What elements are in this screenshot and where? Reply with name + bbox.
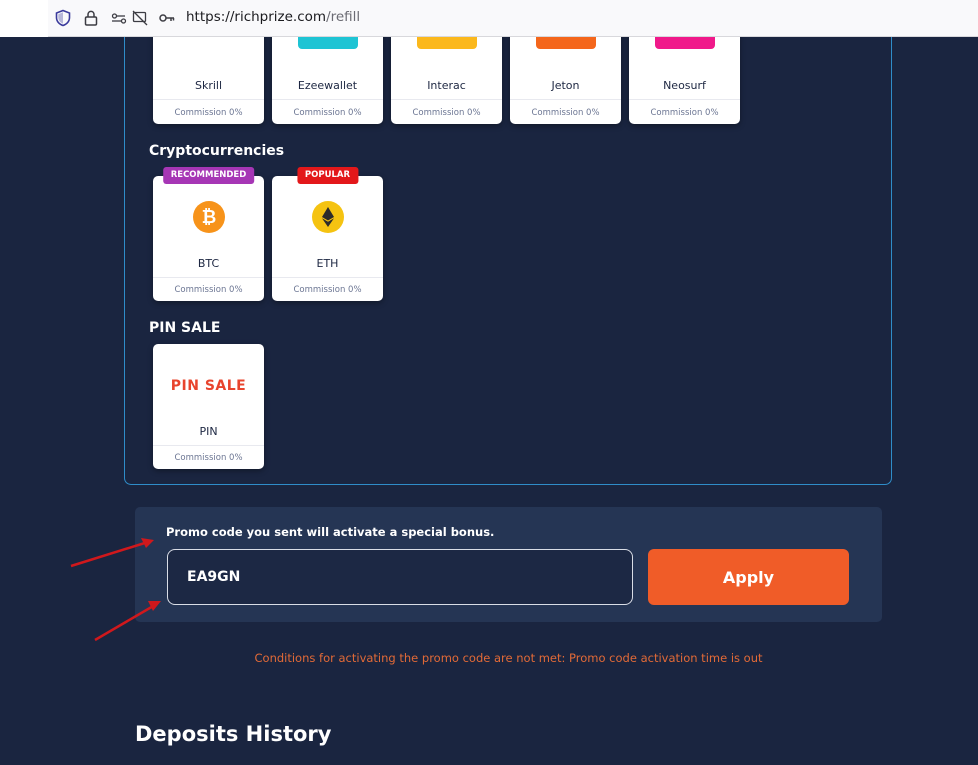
method-name: ETH: [316, 257, 339, 270]
commission-label: Commission 0%: [412, 108, 481, 118]
skrill-logo: Skrill: [179, 0, 239, 38]
method-card-eth[interactable]: POPULAR ETH Commission 0%: [272, 167, 383, 301]
neosurf-logo-text: N: [673, 11, 696, 41]
card-divider: [153, 277, 264, 278]
card-divider: [272, 99, 383, 100]
method-name: Neosurf: [663, 79, 706, 92]
card-divider: [153, 99, 264, 100]
commission-label: Commission 0%: [293, 285, 362, 295]
bitcoin-icon: ₿: [192, 201, 225, 233]
pin-sale-logo-text: PIN SALE: [170, 378, 247, 394]
card-divider: [629, 99, 740, 100]
interac-icon: [440, 12, 451, 25]
method-name: BTC: [197, 257, 220, 270]
commission-label: Commission 0%: [174, 453, 243, 463]
card-divider: [510, 99, 621, 100]
method-card-pin[interactable]: PIN SALE PIN Commission 0%: [153, 344, 264, 469]
section-title-crypto: Cryptocurrencies: [149, 143, 285, 159]
ezeewallet-logo: [297, 0, 358, 49]
ethereum-icon: [311, 201, 344, 233]
method-name: Skrill: [194, 79, 223, 92]
method-card-skrill[interactable]: Skrill Skrill Commission 0%: [153, 0, 264, 124]
promo-hint: Promo code you sent will activate a spec…: [166, 525, 495, 539]
promo-error-message: Conditions for activating the promo code…: [254, 651, 763, 665]
skrill-logo-text: Skrill: [180, 16, 237, 38]
apply-button[interactable]: Apply: [648, 549, 849, 605]
shield-icon[interactable]: [54, 9, 72, 27]
commission-label: Commission 0%: [293, 108, 362, 118]
badge-recommended: RECOMMENDED: [162, 167, 255, 184]
promo-code-input[interactable]: [167, 549, 633, 605]
badge-popular: POPULAR: [296, 167, 359, 184]
method-name: Jeton: [551, 79, 580, 92]
ezeewallet-icon: [318, 10, 337, 28]
browser-left-strip: [0, 0, 48, 37]
svg-text:₿: ₿: [201, 207, 216, 228]
method-name: Interac: [427, 79, 466, 92]
btc-logo: ₿: [179, 192, 239, 242]
pin-sale-logo: PIN SALE: [159, 358, 259, 414]
deposits-history-title: Deposits History: [135, 722, 332, 746]
method-card-interac[interactable]: Interac Commission 0%: [391, 0, 502, 124]
lock-icon[interactable]: [82, 9, 100, 27]
card-divider: [153, 445, 264, 446]
section-title-pin: PIN SALE: [149, 320, 221, 336]
method-card-jeton[interactable]: Jeton Commission 0%: [510, 0, 621, 124]
method-name: Ezeewallet: [297, 79, 358, 92]
jeton-icon: [551, 11, 580, 28]
interac-logo: [416, 0, 477, 49]
neosurf-logo: N: [654, 0, 715, 49]
method-card-btc[interactable]: RECOMMENDED ₿ BTC Commission 0%: [153, 167, 264, 301]
commission-label: Commission 0%: [531, 108, 600, 118]
card-divider: [272, 277, 383, 278]
card-divider: [391, 99, 502, 100]
commission-label: Commission 0%: [174, 285, 243, 295]
commission-label: Commission 0%: [174, 108, 243, 118]
method-name: PIN: [199, 425, 218, 438]
jeton-logo: [535, 0, 596, 49]
method-card-neosurf[interactable]: N Neosurf Commission 0%: [629, 0, 740, 124]
commission-label: Commission 0%: [650, 108, 719, 118]
eth-logo: [298, 192, 358, 242]
method-card-ezeewallet[interactable]: Ezeewallet Commission 0%: [272, 0, 383, 124]
